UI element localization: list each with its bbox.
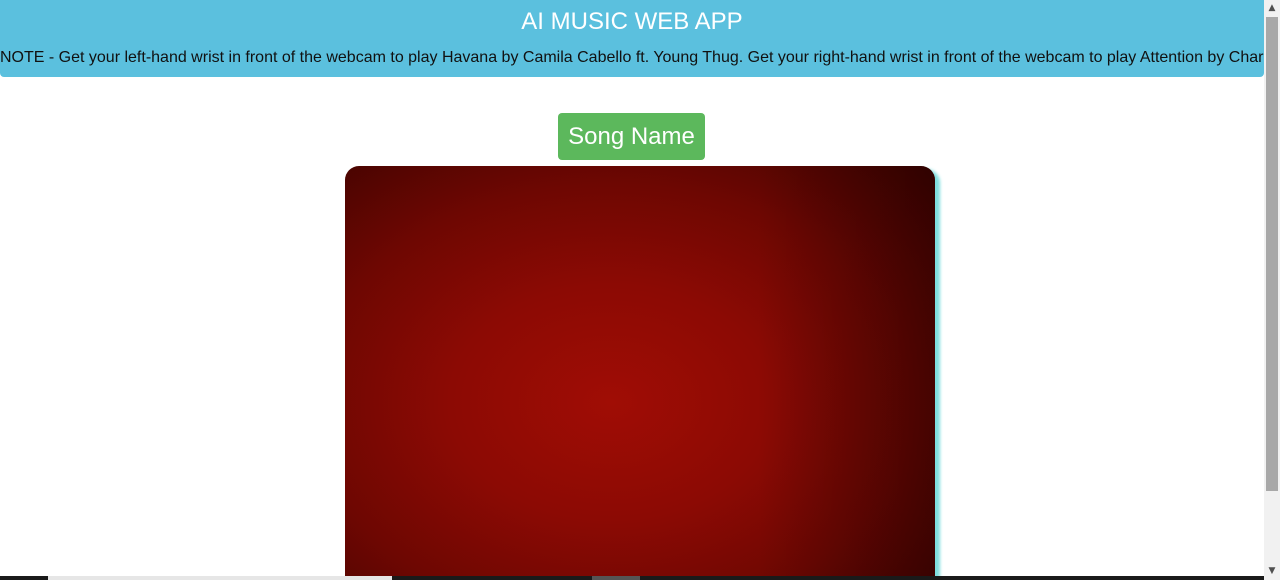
header-banner: AI MUSIC WEB APP NOTE - Get your left-ha… — [0, 0, 1264, 77]
instructions-note: NOTE - Get your left-hand wrist in front… — [0, 49, 1264, 66]
webcam-feed-shading — [345, 166, 935, 580]
chevron-down-icon[interactable]: ▼ — [1264, 563, 1280, 580]
app-title: AI MUSIC WEB APP — [521, 8, 743, 35]
webcam-video — [345, 166, 935, 580]
page: AI MUSIC WEB APP NOTE - Get your left-ha… — [0, 0, 1264, 580]
chevron-up-icon[interactable]: ▲ — [1264, 0, 1280, 17]
scrollbar-thumb[interactable] — [1266, 17, 1278, 491]
bottom-taskbar-strip — [0, 576, 1264, 580]
vertical-scrollbar[interactable]: ▲ ▼ — [1264, 0, 1280, 580]
taskbar-segment — [592, 576, 640, 580]
taskbar-segment — [48, 576, 392, 580]
song-name-button[interactable]: Song Name — [558, 113, 705, 160]
